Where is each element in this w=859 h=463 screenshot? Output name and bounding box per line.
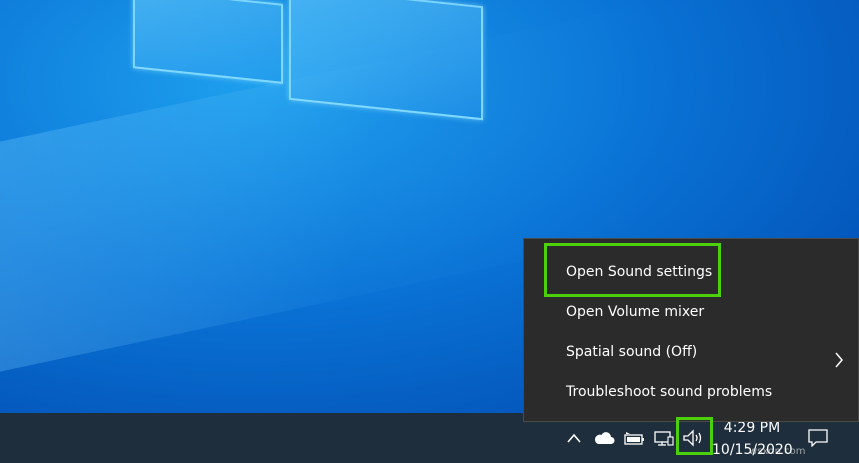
- menu-item-open-volume-mixer[interactable]: Open Volume mixer: [524, 292, 858, 332]
- speaker-icon[interactable]: [681, 426, 707, 450]
- menu-item-troubleshoot-sound[interactable]: Troubleshoot sound problems: [524, 372, 858, 412]
- chevron-right-icon: [834, 344, 848, 368]
- watermark-text: wsxdn.com: [749, 446, 806, 457]
- sound-context-menu: Open Sound settings Open Volume mixer Sp…: [523, 238, 859, 422]
- battery-icon[interactable]: [622, 426, 646, 450]
- menu-item-label: Open Sound settings: [566, 264, 713, 280]
- action-center-notification-icon[interactable]: [806, 426, 830, 450]
- show-hidden-icons-chevron-up-icon[interactable]: [565, 426, 583, 450]
- menu-item-label: Spatial sound (Off): [566, 344, 698, 360]
- menu-item-open-sound-settings[interactable]: Open Sound settings: [524, 252, 858, 292]
- menu-item-spatial-sound[interactable]: Spatial sound (Off): [524, 332, 858, 372]
- windows-logo-pane-right: [289, 0, 483, 121]
- windows-logo-pane-left: [133, 0, 283, 84]
- menu-item-label: Troubleshoot sound problems: [566, 384, 773, 400]
- network-icon[interactable]: [652, 426, 676, 450]
- menu-item-label: Open Volume mixer: [566, 304, 705, 320]
- onedrive-cloud-icon[interactable]: [592, 426, 616, 450]
